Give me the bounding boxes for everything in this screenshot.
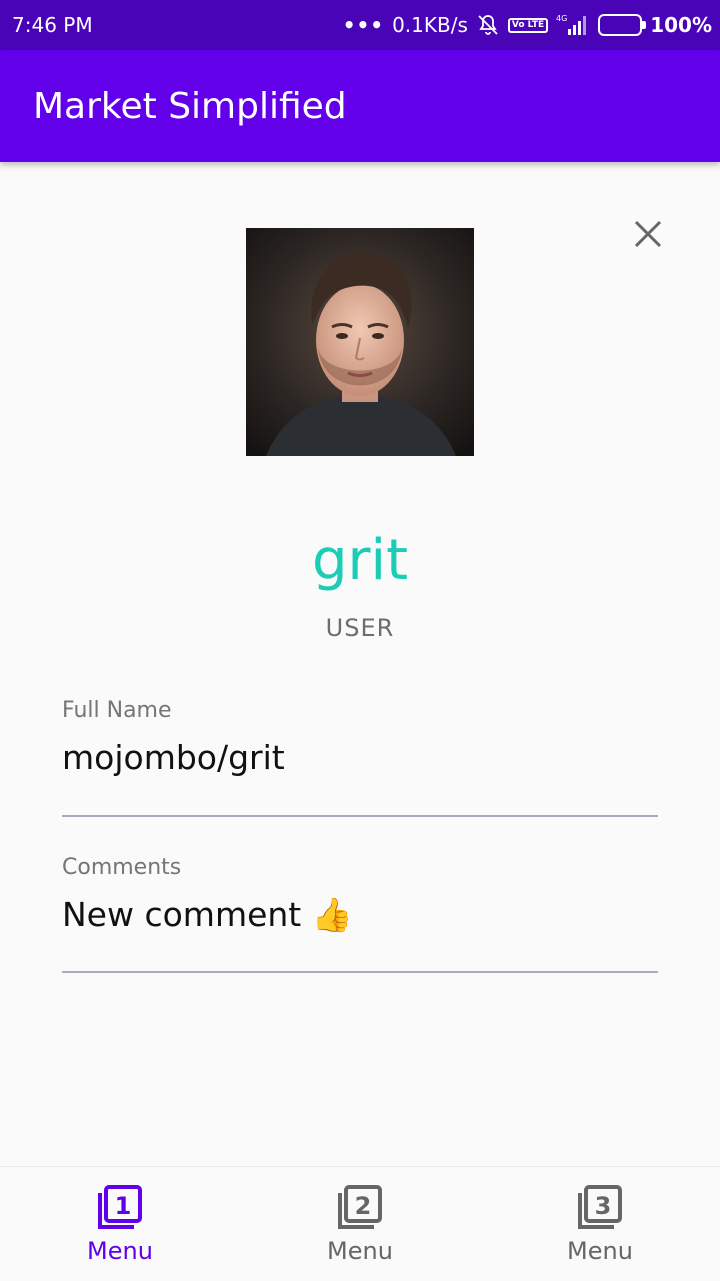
battery-charging-icon <box>598 14 647 36</box>
nav-item-menu-1[interactable]: 1 Menu <box>0 1167 240 1281</box>
app-bar: Market Simplified <box>0 50 720 162</box>
volte-icon: Vo LTE <box>507 17 549 33</box>
nav-item-menu-2[interactable]: 2 Menu <box>240 1167 480 1281</box>
filter-3-icon: 3 <box>578 1185 622 1229</box>
filter-1-icon: 1 <box>98 1185 142 1229</box>
network-speed: 0.1KB/s <box>392 13 468 37</box>
svg-text:1: 1 <box>115 1192 132 1220</box>
repo-type: USER <box>325 614 395 642</box>
status-bar: 7:46 PM ••• 0.1KB/s Vo LTE 4G 100% <box>0 0 720 50</box>
repo-name: grit <box>311 528 409 593</box>
full-name-underline <box>62 815 658 817</box>
status-time: 7:46 PM <box>12 13 93 37</box>
bottom-navigation: 1 Menu 2 Menu 3 Menu <box>0 1166 720 1281</box>
mute-icon <box>476 13 500 37</box>
signal-icon: 4G <box>556 13 590 37</box>
status-icons: ••• 0.1KB/s Vo LTE 4G 100% <box>343 13 712 37</box>
comments-label: Comments <box>62 855 182 880</box>
svg-text:3: 3 <box>595 1192 612 1220</box>
nav-item-menu-3[interactable]: 3 Menu <box>480 1167 720 1281</box>
nav-label-1: Menu <box>87 1237 153 1265</box>
avatar <box>246 228 474 456</box>
full-name-label: Full Name <box>62 698 172 723</box>
close-icon <box>634 220 662 248</box>
close-button[interactable] <box>628 214 668 254</box>
filter-2-icon: 2 <box>338 1185 382 1229</box>
battery-percent: 100% <box>650 13 712 37</box>
nav-label-2: Menu <box>327 1237 393 1265</box>
comments-underline <box>62 971 658 973</box>
full-name-value[interactable]: mojombo/grit <box>62 738 285 777</box>
nav-label-3: Menu <box>567 1237 633 1265</box>
app-title: Market Simplified <box>33 85 347 127</box>
comments-value[interactable]: New comment 👍 <box>62 895 353 935</box>
more-dots-icon: ••• <box>342 13 385 37</box>
svg-text:2: 2 <box>355 1192 372 1220</box>
network-type: 4G <box>556 14 567 23</box>
